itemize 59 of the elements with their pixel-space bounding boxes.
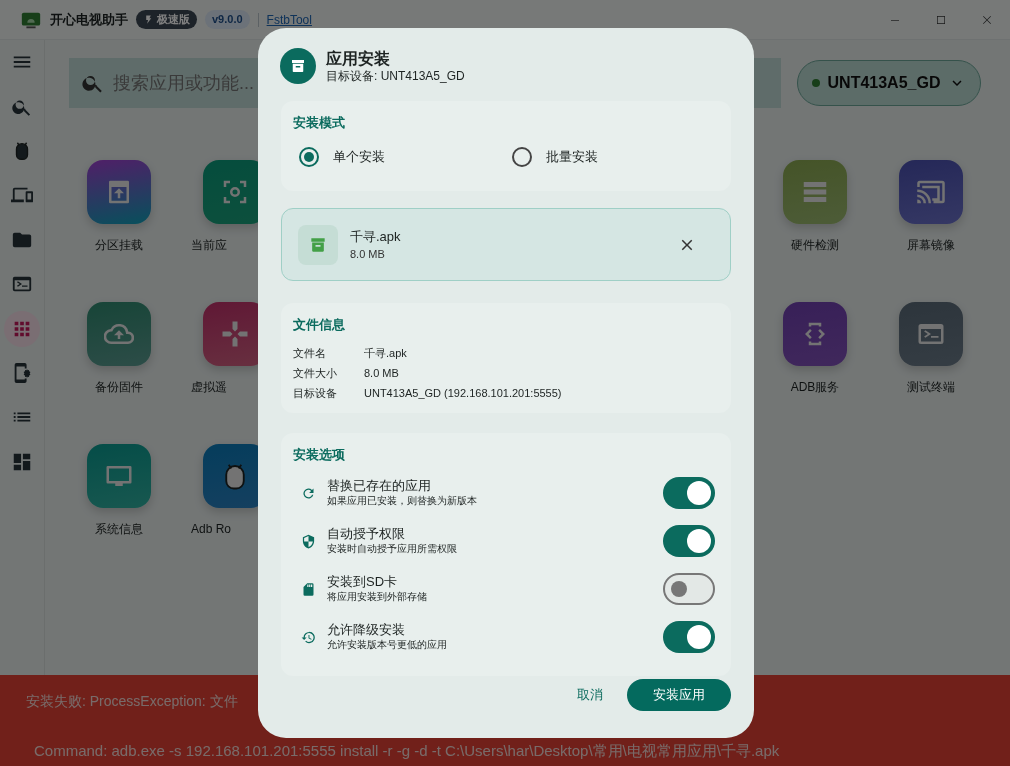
app-label: 分区挂载 <box>95 237 143 254</box>
bolt-icon <box>143 14 154 25</box>
device-selector[interactable]: UNT413A5_GD <box>797 60 981 106</box>
app-title: 开心电视助手 <box>50 10 128 29</box>
info-label: 目标设备 <box>293 385 338 401</box>
app-tile[interactable] <box>87 444 151 508</box>
option-title: 替换已存在的应用 <box>327 478 432 494</box>
dialog-subtitle: 目标设备: UNT413A5_GD <box>326 68 465 84</box>
option-description: 允许安装版本号更低的应用 <box>327 638 447 651</box>
info-label: 文件名 <box>293 345 327 361</box>
app-tile[interactable] <box>87 302 151 366</box>
app-tile[interactable] <box>783 302 847 366</box>
app-label: Adb Ro <box>191 521 232 538</box>
toggle-switch[interactable] <box>663 476 715 509</box>
radio-option[interactable]: 批量安装 <box>506 146 719 167</box>
info-value: 千寻.apk <box>364 345 407 361</box>
file-name: 千寻.apk <box>350 227 401 246</box>
version-badge: v9.0.0 <box>205 10 250 29</box>
app-label: 测试终端 <box>907 379 955 396</box>
history-icon <box>301 629 316 645</box>
app-tile[interactable] <box>899 302 963 366</box>
section-heading: 安装选项 <box>293 446 346 464</box>
app-tile[interactable] <box>783 160 847 224</box>
option-description: 安装时自动授予应用所需权限 <box>327 542 457 555</box>
radio-option[interactable]: 单个安装 <box>293 146 506 167</box>
app-label: 虚拟遥 <box>191 379 227 396</box>
toggle-switch[interactable] <box>663 524 715 557</box>
app-label: 屏幕镜像 <box>907 237 955 254</box>
app-label: ADB服务 <box>790 379 840 396</box>
archive-icon <box>289 57 307 75</box>
dialog-title: 应用安装 <box>326 48 391 69</box>
app-tile[interactable] <box>899 160 963 224</box>
cancel-button[interactable]: 取消 <box>575 681 605 709</box>
info-value: UNT413A5_GD (192.168.101.201:5555) <box>364 385 562 401</box>
app-tile[interactable] <box>87 160 151 224</box>
app-label: 备份固件 <box>95 379 143 396</box>
file-size: 8.0 MB <box>350 247 386 262</box>
option-title: 自动授予权限 <box>327 526 406 542</box>
toggle-switch[interactable] <box>663 572 715 605</box>
sidebar-item[interactable] <box>4 310 40 347</box>
toggle-switch[interactable] <box>663 620 715 653</box>
option-title: 允许降级安装 <box>327 622 406 638</box>
shield-icon <box>301 533 316 549</box>
app-label: 系统信息 <box>95 521 143 538</box>
edition-badge: 极速版 <box>136 10 197 29</box>
sd-card-icon <box>301 581 316 597</box>
option-description: 将应用安装到外部存储 <box>327 590 427 603</box>
error-command: Command: adb.exe -s 192.168.101.201:5555 install -r -g -d -t C:\Users\har\Desktop\常用\电视常用应用\千寻.apk <box>34 741 781 761</box>
gamepad-icon <box>220 319 250 349</box>
info-value: 8.0 MB <box>364 365 399 381</box>
section-heading: 文件信息 <box>293 316 346 334</box>
info-label: 文件大小 <box>293 365 338 381</box>
app-label: 硬件检测 <box>791 237 839 254</box>
section-heading: 安装模式 <box>293 114 346 132</box>
option-title: 安装到SD卡 <box>327 574 399 590</box>
install-button[interactable]: 安装应用 <box>627 679 731 711</box>
app-label: 当前应 <box>191 237 227 254</box>
option-description: 如果应用已安装，则替换为新版本 <box>327 494 477 507</box>
error-message: 安装失败: ProcessException: 文件 <box>26 692 238 711</box>
